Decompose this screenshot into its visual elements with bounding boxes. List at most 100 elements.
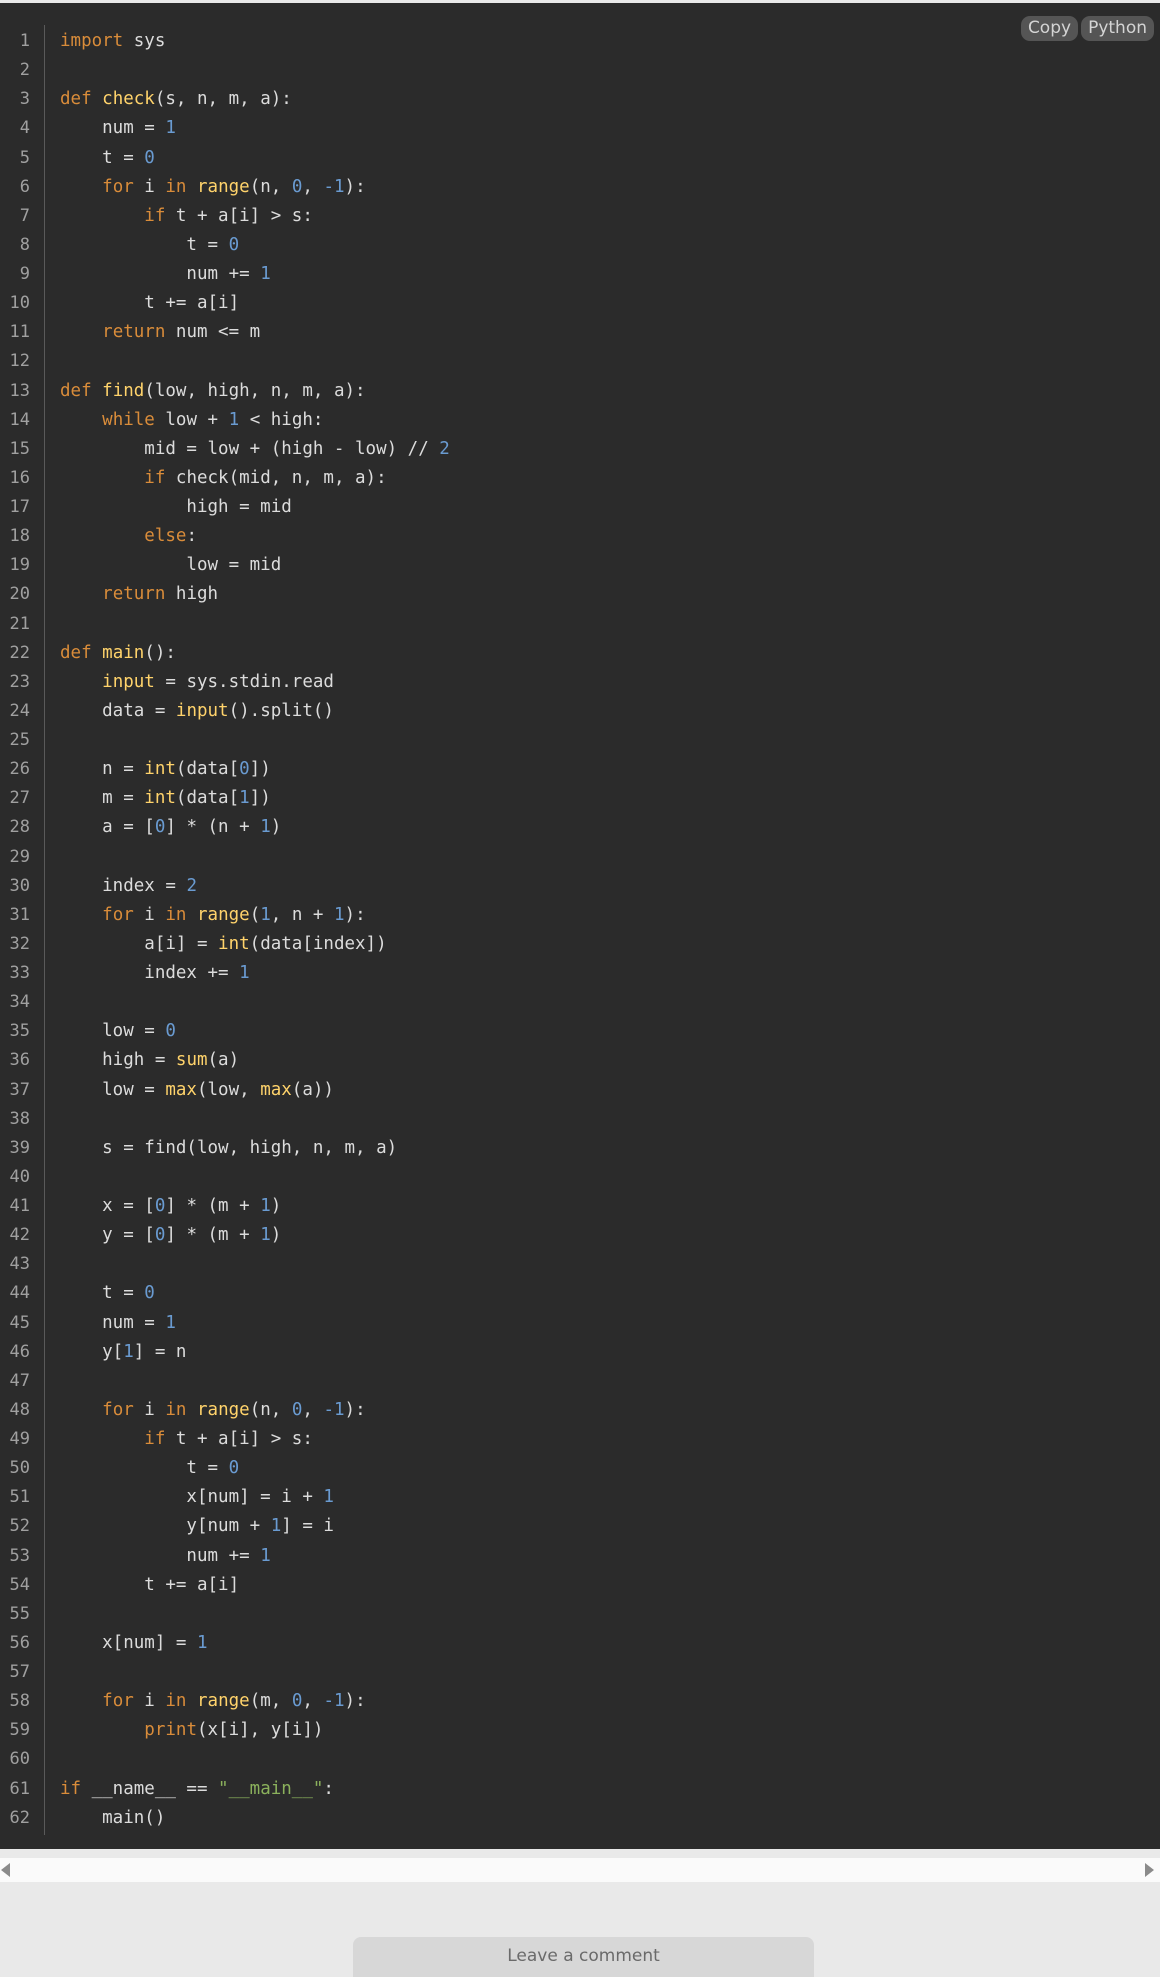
language-badge[interactable]: Python: [1081, 16, 1154, 41]
code-source: data = input().split(): [60, 697, 334, 726]
code-text: ]): [249, 759, 271, 780]
code-source: for i in range(1, n + 1):: [60, 901, 366, 930]
code-text: i: [133, 904, 166, 925]
code-text: num <= m: [165, 322, 261, 343]
code-number: 1: [260, 1196, 271, 1216]
code-function-name: max: [260, 1079, 292, 1100]
code-source: for i in range(n, 0, -1):: [60, 1396, 365, 1425]
code-text: x[num] =: [60, 1632, 197, 1653]
code-text: ,: [302, 1399, 324, 1420]
code-text: low +: [154, 409, 229, 430]
code-number: 1: [228, 409, 240, 430]
code-source: input = sys.stdin.read: [60, 668, 334, 697]
line-number: 21: [9, 613, 30, 634]
code-text: index +=: [60, 963, 240, 983]
code-function-name: range: [197, 1399, 250, 1420]
code-keyword: for: [102, 904, 134, 925]
code-number: 2: [186, 875, 197, 896]
code-text: t =: [60, 1283, 145, 1304]
line-number: 61: [9, 1778, 30, 1799]
code-keyword: def: [60, 380, 92, 401]
code-source: if t + a[i] > s:: [60, 202, 313, 231]
line-number: 48: [9, 1399, 30, 1420]
line-number: 10: [9, 293, 30, 314]
code-number: 1: [260, 1545, 271, 1566]
code-text: :: [186, 526, 197, 547]
code-text: (x[i], y[i]): [196, 1720, 324, 1741]
code-text: m =: [60, 788, 145, 809]
code-number: 0: [154, 1225, 166, 1246]
code-text: t += a[i]: [60, 293, 240, 314]
code-text: low =: [60, 1079, 166, 1100]
code-source: m = int(data[1]): [60, 784, 271, 813]
code-text: t += a[i]: [60, 1574, 240, 1595]
line-number: 47: [9, 1370, 30, 1391]
code-keyword: else: [144, 526, 187, 547]
code-text: t + a[i] > s:: [165, 205, 313, 226]
line-number: 32: [9, 933, 30, 954]
code-number: 1: [165, 1312, 176, 1333]
code-text: , n +: [270, 904, 334, 925]
line-number: 17: [9, 497, 30, 517]
code-source: index += 1: [60, 959, 249, 988]
scroll-left-icon[interactable]: [1, 1863, 10, 1877]
code-source: high = mid: [60, 493, 291, 522]
line-number: 6: [19, 176, 30, 197]
code-number: 0: [291, 1399, 303, 1420]
code-text: low = mid: [60, 555, 282, 576]
code-block: 1 import sys 2 3 def check(s, n, m, a): 4 num…: [0, 3, 1160, 1849]
code-source: mid = low + (high - low) // 2: [60, 435, 450, 464]
code-number: 0: [154, 1196, 166, 1216]
code-text: ): [270, 817, 282, 838]
code-source: for i in range(n, 0, -1):: [60, 173, 365, 202]
code-number: 0: [144, 147, 155, 168]
code-source: return num <= m: [60, 318, 260, 347]
line-number: 40: [9, 1166, 30, 1187]
code-text: ] * (n +: [165, 817, 261, 838]
line-number: 14: [9, 409, 30, 430]
line-number: 26: [9, 759, 30, 780]
line-number: 36: [9, 1050, 30, 1071]
code-number: 1: [123, 1341, 134, 1362]
code-number: 0: [228, 1458, 240, 1479]
line-number: 29: [9, 846, 30, 867]
code-source: t += a[i]: [60, 1571, 239, 1600]
code-number: -1: [323, 1399, 345, 1420]
code-keyword: for: [102, 176, 134, 197]
code-text: ] = n: [133, 1341, 187, 1362]
code-source: low = max(low, max(a)): [60, 1076, 334, 1105]
line-number: 60: [9, 1749, 30, 1770]
code-number: 0: [165, 1021, 176, 1042]
scroll-right-icon[interactable]: [1145, 1863, 1154, 1877]
code-keyword: if: [144, 205, 166, 226]
code-toolbar: Copy Python: [1020, 16, 1154, 41]
code-source: num += 1: [60, 260, 271, 289]
code-text: mid = low + (high - low) //: [60, 438, 440, 459]
code-source: def main():: [60, 639, 176, 668]
code-number: 1: [260, 264, 271, 284]
code-number: 1: [260, 1225, 271, 1246]
code-text: ):: [344, 904, 366, 925]
code-number: 0: [228, 234, 240, 255]
code-number: 1: [260, 904, 271, 925]
code-text: < high:: [239, 409, 324, 430]
line-number: 27: [9, 788, 30, 809]
code-number: 0: [154, 817, 166, 838]
line-number: 5: [19, 147, 30, 168]
line-number: 18: [9, 526, 30, 547]
code-function-name: range: [197, 176, 250, 197]
copy-button[interactable]: Copy: [1020, 16, 1079, 41]
leave-comment-button[interactable]: Leave a comment: [353, 1937, 814, 1977]
horizontal-scrollbar[interactable]: [0, 1858, 1160, 1882]
code-text: __name__ ==: [81, 1778, 219, 1799]
gutter-divider: [44, 25, 45, 1835]
code-text: index =: [60, 875, 187, 896]
